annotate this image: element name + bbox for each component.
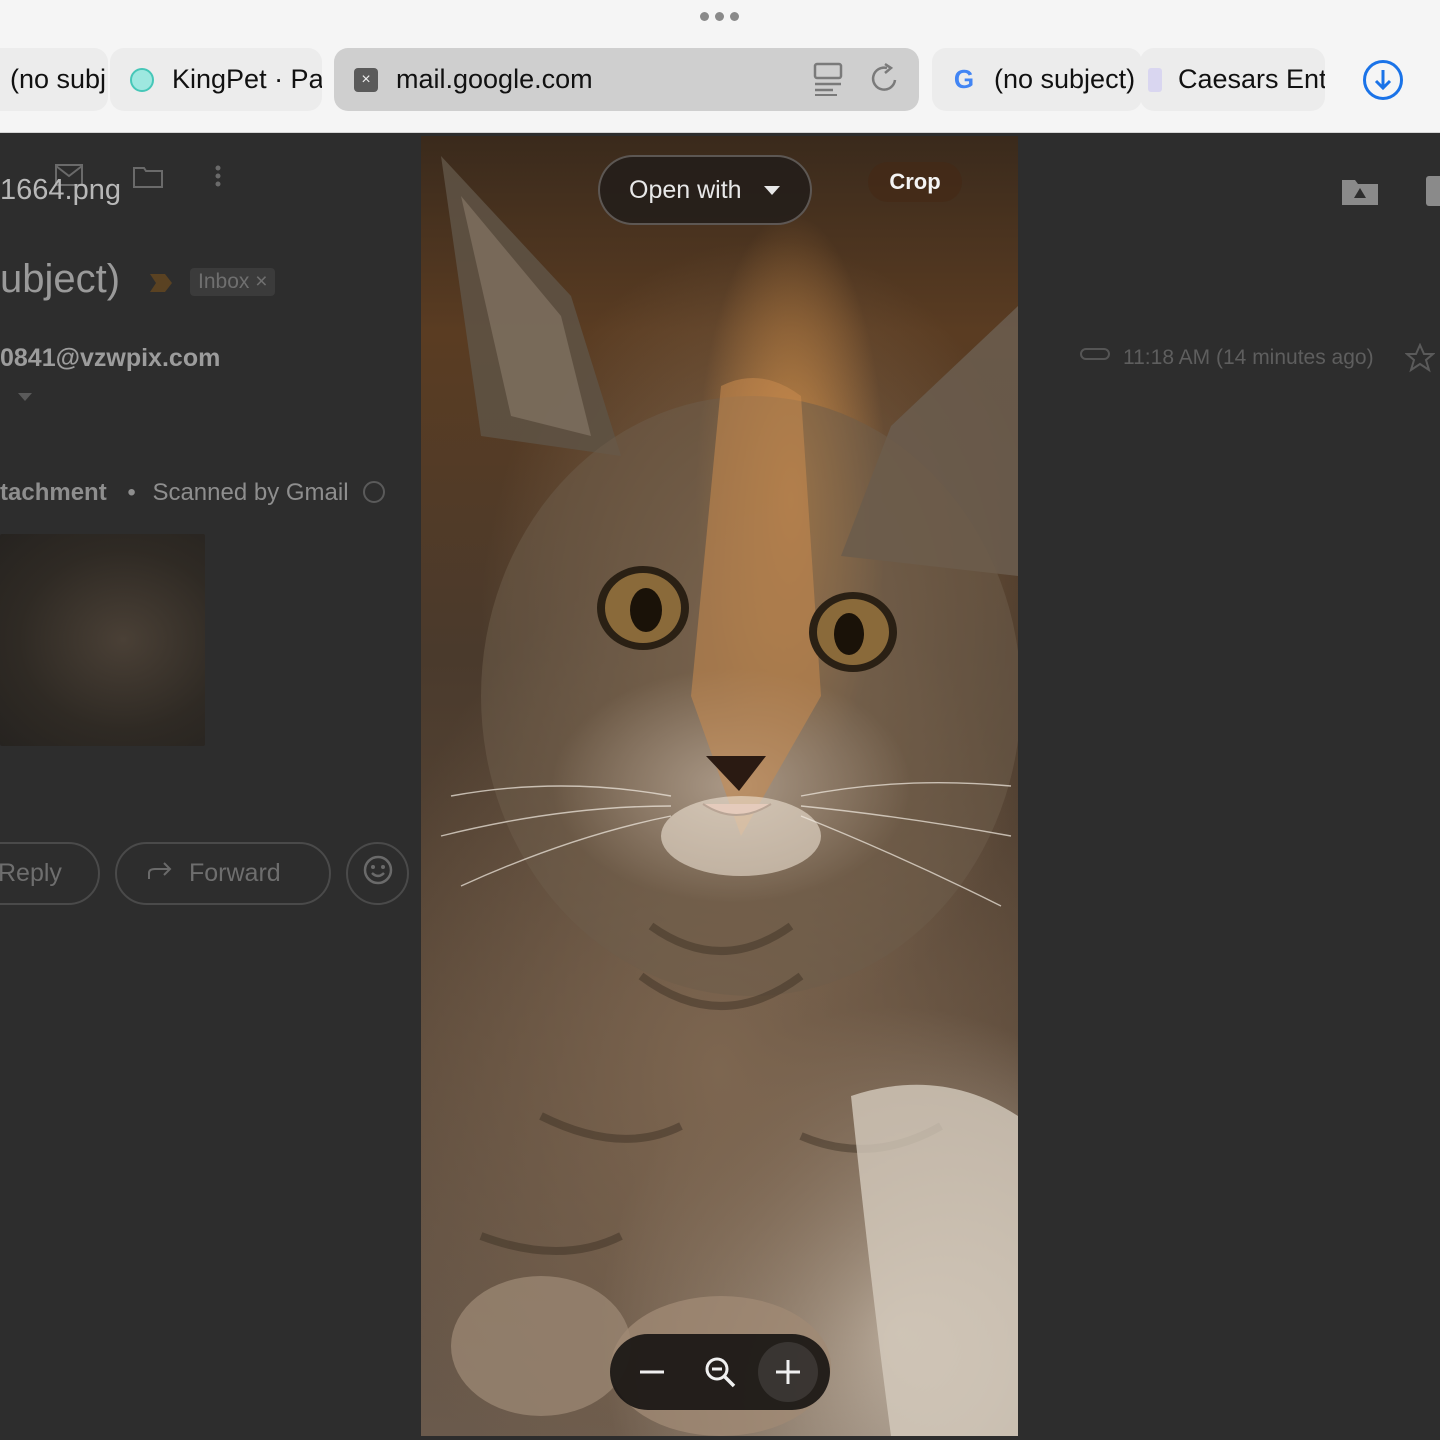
zoom-reset-button[interactable] (690, 1342, 750, 1402)
more-vert-icon[interactable] (214, 164, 222, 193)
save-to-drive-icon[interactable] (1341, 176, 1379, 211)
zoom-in-button[interactable] (758, 1342, 818, 1402)
sender-email: 0841@vzwpix.com (0, 344, 221, 372)
inbox-label[interactable]: Inbox × (190, 268, 276, 296)
smiley-icon (363, 855, 393, 892)
crop-label: Crop (889, 169, 941, 194)
email-subject: ubject) (0, 257, 121, 301)
google-icon: G (953, 64, 975, 94)
tab-label: KingPet · Pa (172, 64, 322, 94)
cat-illustration (440, 156, 1018, 1436)
minus-icon (640, 1370, 664, 1374)
reload-icon[interactable] (869, 62, 901, 103)
emoji-reaction-button[interactable] (346, 842, 409, 905)
plus-icon (776, 1360, 800, 1384)
attachment-filename: 1664.png (0, 174, 121, 206)
details-chevron-icon[interactable] (18, 390, 32, 408)
open-with-label: Open with (629, 175, 742, 204)
tab-label: (no subj (10, 64, 107, 94)
forward-icon (147, 859, 173, 888)
zoom-controls (610, 1334, 830, 1410)
attachment-title: tachment (0, 479, 107, 506)
tab-caesars[interactable]: Caesars Ent (1140, 48, 1325, 111)
reader-mode-icon[interactable] (813, 62, 843, 103)
close-tab-icon[interactable]: × (354, 67, 378, 92)
zoom-out-button[interactable] (622, 1342, 682, 1402)
address-bar[interactable]: × mail.google.com (334, 48, 919, 111)
tab-label: (no subject) (994, 64, 1136, 94)
forward-button[interactable]: Forward (115, 842, 331, 905)
crop-button[interactable]: Crop (868, 162, 962, 202)
magnifier-icon (705, 1357, 736, 1388)
tab-no-subject-2[interactable]: G (no subject) (932, 48, 1142, 111)
caesars-icon (1148, 67, 1162, 92)
scanned-text: Scanned by Gmail (152, 479, 349, 506)
downloads-icon[interactable] (1363, 60, 1403, 100)
reply-button[interactable]: Reply (0, 842, 100, 905)
email-timestamp: 11:18 AM (14 minutes ago) (1123, 346, 1374, 369)
chevron-down-icon (763, 185, 780, 195)
important-marker-icon[interactable] (150, 274, 172, 297)
open-with-button[interactable]: Open with (598, 155, 812, 225)
attachment-header: tachment • Scanned by Gmail (0, 479, 386, 507)
print-icon[interactable] (1426, 176, 1440, 206)
url-text: mail.google.com (396, 64, 593, 94)
kingpet-icon (130, 67, 154, 92)
tab-no-subject-1[interactable]: (no subj (0, 48, 108, 111)
reply-label: Reply (0, 859, 62, 887)
move-to-icon[interactable] (133, 164, 163, 193)
cat-photo (421, 136, 1018, 1436)
attachment-thumbnail[interactable] (0, 534, 205, 746)
star-icon[interactable] (1404, 342, 1436, 378)
separator-dot: • (127, 479, 136, 506)
forward-label: Forward (189, 859, 281, 887)
tab-label: Caesars Ent (1178, 64, 1325, 94)
more-options-dots[interactable] (700, 12, 739, 21)
browser-toolbar: (no subj KingPet · Pa × mail.google.com … (0, 0, 1440, 133)
info-icon[interactable] (363, 481, 386, 503)
tab-kingpet[interactable]: KingPet · Pa (110, 48, 322, 111)
paperclip-icon (1080, 346, 1110, 367)
